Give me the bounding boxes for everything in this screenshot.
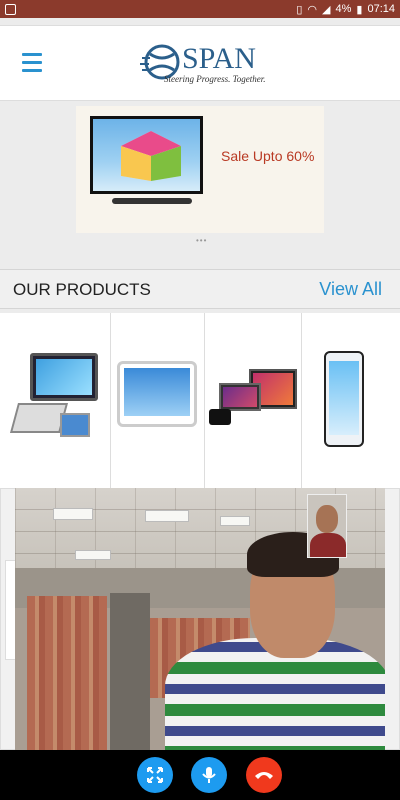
promo-banner[interactable]: Sale Upto 60% (76, 106, 324, 233)
logo-text: SPAN (182, 42, 256, 75)
ceiling-light (75, 550, 111, 560)
clock: 07:14 (367, 3, 395, 15)
banner-pager: ••• (196, 236, 208, 245)
ceiling-light (145, 510, 189, 522)
logo-tagline: Steering Progress. Together. (164, 74, 266, 84)
call-controls (0, 750, 400, 800)
status-left (5, 3, 296, 15)
products-row (0, 313, 400, 488)
battery-icon: ▮ (356, 3, 363, 16)
self-view-thumbnail[interactable] (307, 494, 347, 558)
view-all-link[interactable]: View All (319, 279, 382, 300)
smartphone-image (324, 351, 364, 447)
cubicle-partition (27, 596, 107, 750)
video-call-feed[interactable] (15, 488, 385, 750)
products-header: OUR PRODUCTS View All (0, 269, 400, 309)
signal-icon: ◢ (322, 3, 331, 16)
app-header: SPAN Steering Progress. Together. (0, 25, 400, 101)
product-card-tablet[interactable] (111, 313, 205, 488)
end-call-icon (255, 772, 273, 779)
microphone-icon (202, 767, 216, 783)
mute-button[interactable] (191, 757, 227, 793)
status-bar: ▯ ◠ ◢ 4% ▮ 07:14 (0, 0, 400, 18)
ceiling-light (53, 508, 93, 520)
tv-image (90, 116, 203, 194)
span-logo[interactable]: SPAN Steering Progress. Together. (140, 38, 270, 93)
tv-stand (112, 198, 192, 204)
laptop-small-image (219, 383, 261, 411)
banner-sale-text: Sale Upto 60% (221, 148, 315, 164)
end-call-button[interactable] (246, 757, 282, 793)
product-card-phone[interactable] (302, 313, 400, 488)
battery-level: 4% (335, 3, 352, 15)
notification-icon (5, 3, 16, 15)
fullscreen-button[interactable] (137, 757, 173, 793)
phone-image (60, 413, 90, 437)
menu-icon[interactable] (22, 53, 42, 73)
product-card-electronics[interactable] (205, 313, 302, 488)
product-card-devices[interactable] (0, 313, 111, 488)
vibrate-icon: ▯ (296, 3, 303, 16)
fullscreen-icon (147, 767, 163, 783)
ceiling-light (220, 516, 250, 526)
camera-image (209, 409, 231, 425)
section-title: OUR PRODUCTS (13, 280, 151, 299)
tablet-product-image (117, 361, 197, 427)
laptop-image (30, 353, 98, 401)
office-column (110, 593, 150, 750)
wifi-icon: ◠ (307, 3, 318, 16)
status-right: ▯ ◠ ◢ 4% ▮ 07:14 (296, 3, 395, 16)
